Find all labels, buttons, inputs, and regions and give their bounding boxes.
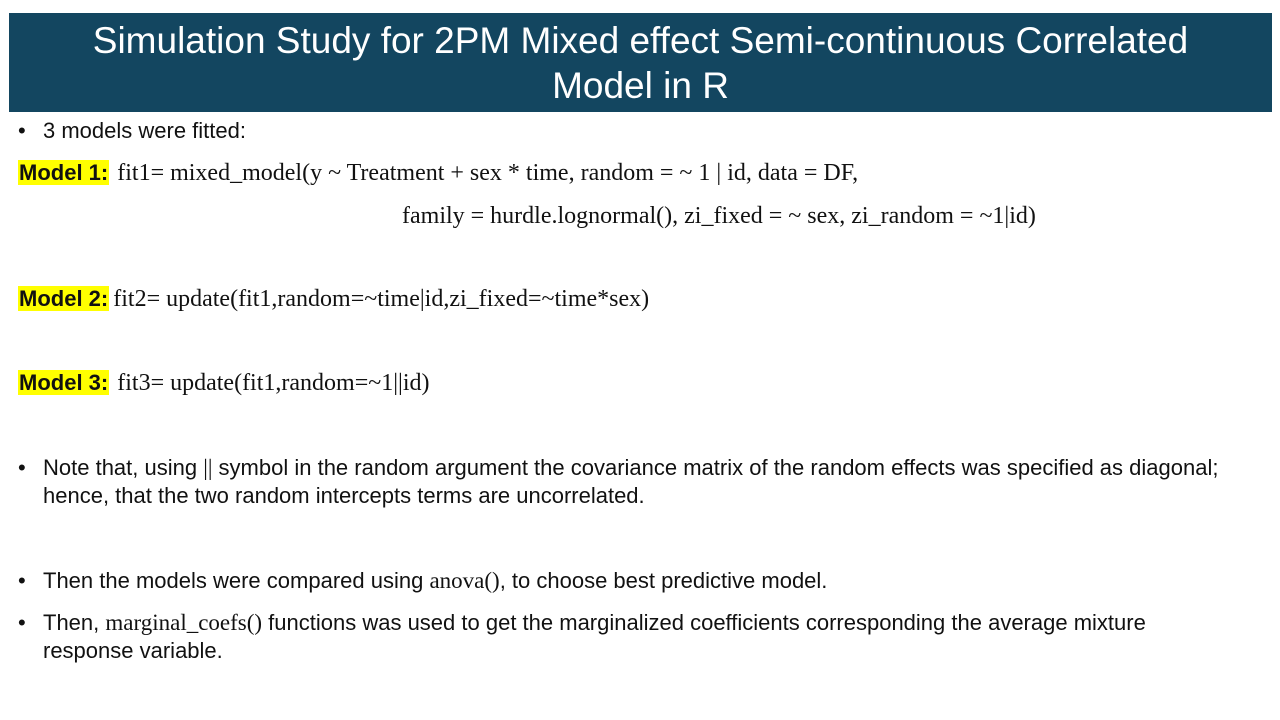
- bullet-text: Note that, using || symbol in the random…: [43, 455, 1219, 508]
- slide-title: Simulation Study for 2PM Mixed effect Se…: [92, 19, 1189, 106]
- model-2-label: Model 2:: [18, 286, 110, 311]
- bullet-compare: • Then the models were compared using an…: [18, 567, 1238, 595]
- model-2-line: Model 2: fit2= update(fit1,random=~time|i…: [18, 284, 649, 314]
- model-3-line: Model 3: fit3= update(fit1,random=~1||id): [18, 368, 430, 398]
- model-3-label: Model 3:: [18, 370, 110, 395]
- marginal-coefs-function: marginal_coefs(): [105, 610, 263, 635]
- model-1-code-continued: family = hurdle.lognormal(), zi_fixed = …: [402, 203, 1036, 229]
- bullet-marginal: • Then, marginal_coefs() functions was u…: [18, 609, 1238, 665]
- bullet-dot: •: [18, 118, 26, 143]
- bullet-dot: •: [18, 455, 26, 480]
- bullet-dot: •: [18, 568, 26, 593]
- bullet-models-fitted: • 3 models were fitted:: [18, 117, 1238, 145]
- model-1-code: fit1= mixed_model(y ~ Treatment + sex * …: [117, 160, 859, 186]
- bullet-text: Then the models were compared using anov…: [43, 568, 828, 593]
- model-3-code: fit3= update(fit1,random=~1||id): [117, 370, 430, 396]
- model-1-label: Model 1:: [18, 160, 110, 185]
- bullet-note: • Note that, using || symbol in the rand…: [18, 454, 1238, 510]
- model-1-line: Model 1: fit1= mixed_model(y ~ Treatment …: [18, 158, 858, 188]
- bullet-text: Then, marginal_coefs() functions was use…: [43, 610, 1146, 663]
- model-2-code: fit2= update(fit1,random=~time|id,zi_fix…: [113, 286, 650, 312]
- anova-function: anova(): [429, 568, 500, 593]
- title-banner: Simulation Study for 2PM Mixed effect Se…: [9, 13, 1272, 112]
- bullet-dot: •: [18, 610, 26, 635]
- bullet-text: 3 models were fitted:: [43, 118, 246, 143]
